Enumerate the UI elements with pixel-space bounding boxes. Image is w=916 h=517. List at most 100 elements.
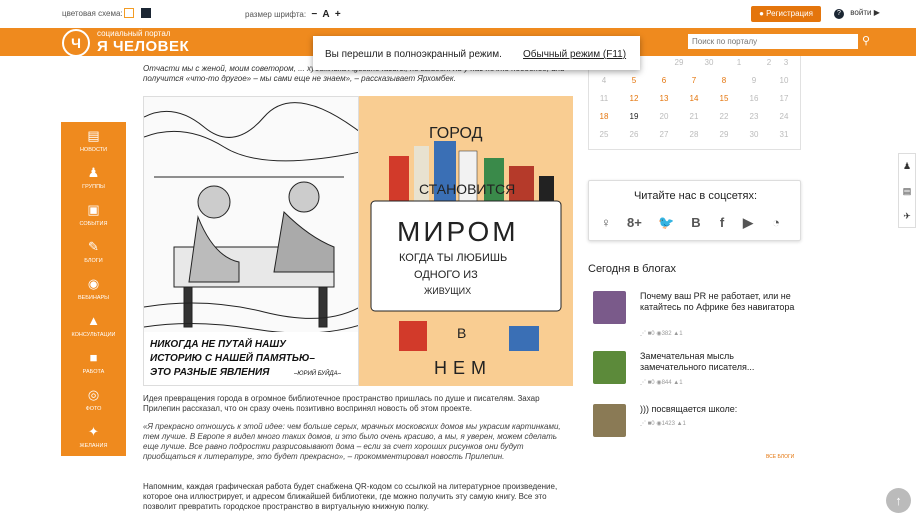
calendar-day[interactable]: 28 — [679, 130, 709, 139]
calendar-day[interactable]: 11 — [589, 94, 619, 103]
article-quote: «Я прекрасно отношусь к этой идее: чем б… — [143, 422, 561, 461]
calendar-day[interactable]: 21 — [679, 112, 709, 121]
logo-subtitle: социальный портал — [97, 29, 171, 38]
illus-word-8: НЕМ — [434, 358, 492, 378]
question-icon[interactable]: ? — [834, 9, 844, 19]
calendar-day[interactable]: 20 — [649, 112, 679, 121]
article-paragraph: Идея превращения города в огромное библи… — [143, 394, 540, 413]
font-decrease-button[interactable]: − — [311, 9, 317, 20]
calendar-day[interactable]: 5 — [619, 76, 649, 85]
calendar-day[interactable]: 30 — [694, 58, 724, 67]
share-icon[interactable]: ⋰ — [640, 380, 646, 386]
calendar-day[interactable]: 30 — [739, 130, 769, 139]
calendar-day[interactable]: 4 — [589, 76, 619, 85]
top-bar: цветовая схема: размер шрифта: − A + ● Р… — [0, 0, 916, 28]
illus-caption-2: ИСТОРИЮ С НАШЕЙ ПАМЯТЬЮ– — [150, 351, 315, 364]
user-plus-icon[interactable]: ♟ — [899, 154, 915, 179]
comment-count: 0 — [651, 331, 655, 337]
color-scheme-label: цветовая схема: — [62, 9, 123, 18]
nav-item-blogs[interactable]: ✎ блоги — [61, 235, 126, 272]
search-icon[interactable]: ⚲ — [862, 34, 870, 47]
font-reset-button[interactable]: A — [322, 9, 329, 20]
calendar-day[interactable]: 26 — [619, 130, 649, 139]
blog-title[interactable]: Замечательная мысль замечательного писат… — [640, 351, 800, 373]
nav-item-events[interactable]: ▣ события — [61, 198, 126, 235]
all-blogs-link[interactable]: все блоги — [766, 454, 794, 460]
social-widget: Читайте нас в соцсетях: ♀ 8+ 🐦 B f ▶ ◔ — [588, 180, 801, 241]
nav-item-groups[interactable]: ♟ группы — [61, 161, 126, 198]
calendar-day[interactable]: 12 — [619, 94, 649, 103]
calendar-day[interactable]: 29 — [709, 130, 739, 139]
view-count: 382 — [661, 331, 672, 337]
exit-fullscreen-link[interactable]: Обычный режим (F11) — [523, 49, 626, 60]
calendar-day[interactable]: 22 — [709, 112, 739, 121]
calendar-day-today[interactable]: 19 — [619, 112, 649, 121]
illus-word-2: СТАНОВИТСЯ — [419, 181, 515, 197]
nav-item-consultations[interactable]: ▲ консультации — [61, 309, 126, 346]
odnoklassniki-icon[interactable]: ♀ — [599, 215, 613, 230]
register-label: Регистрация — [766, 9, 813, 18]
nav-item-photo[interactable]: ◎ фото — [61, 383, 126, 420]
color-scheme-dark-swatch[interactable] — [141, 8, 151, 18]
blog-title[interactable]: Почему ваш PR не работает, или не катайт… — [640, 291, 800, 313]
avatar[interactable] — [593, 351, 626, 384]
logo-title[interactable]: Я ЧЕЛОВЕК — [97, 38, 189, 55]
calendar-day[interactable]: 6 — [649, 76, 679, 85]
twitter-icon[interactable]: 🐦 — [658, 215, 674, 231]
calendar-day[interactable]: 9 — [739, 76, 769, 85]
search-input[interactable] — [688, 34, 858, 49]
vk-icon[interactable]: B — [689, 215, 703, 230]
rss-icon[interactable]: ◔ — [769, 215, 783, 230]
youtube-icon[interactable]: ▶ — [741, 215, 755, 231]
login-link[interactable]: ? войти ▶ — [834, 8, 880, 19]
font-increase-button[interactable]: + — [335, 9, 341, 20]
blog-meta: ⋰ ■0 ◉382 ▲1 — [640, 330, 683, 337]
blog-meta: ⋰ ■0 ◉844 ▲1 — [640, 379, 683, 386]
share-icon[interactable]: ⋰ — [640, 421, 646, 427]
calendar-day[interactable]: 23 — [739, 112, 769, 121]
avatar[interactable] — [593, 404, 626, 437]
calendar-day[interactable]: 10 — [769, 76, 799, 85]
register-button[interactable]: ● Регистрация — [751, 6, 821, 22]
plane-icon[interactable]: ✈ — [899, 204, 915, 229]
social-title: Читайте нас в соцсетях: — [633, 190, 758, 202]
calendar-day[interactable]: 3 — [771, 58, 801, 67]
font-size-control: размер шрифта: − A + — [245, 9, 341, 20]
nav-item-webinars[interactable]: ◉ вебинары — [61, 272, 126, 309]
calendar-day[interactable]: 25 — [589, 130, 619, 139]
logo-icon[interactable]: Ч — [62, 29, 90, 57]
calendar-day[interactable]: 1 — [724, 58, 754, 67]
calendar-day[interactable]: 14 — [679, 94, 709, 103]
nav-item-news[interactable]: ▤ новости — [61, 124, 126, 161]
calendar-day[interactable]: 17 — [769, 94, 799, 103]
calendar-day[interactable]: 13 — [649, 94, 679, 103]
color-scheme-light-swatch[interactable] — [124, 8, 134, 18]
book-icon[interactable]: ▤ — [899, 179, 915, 204]
nav-item-wishes[interactable]: ✦ желания — [61, 420, 126, 457]
illus-word-4: КОГДА ТЫ ЛЮБИШЬ — [399, 252, 507, 264]
calendar-day[interactable]: 24 — [769, 112, 799, 121]
scroll-top-button[interactable]: ↑ — [886, 488, 911, 513]
login-label: войти — [850, 8, 872, 17]
calendar-day[interactable]: 27 — [649, 130, 679, 139]
blog-title[interactable]: ))) посвящается школе: — [640, 404, 800, 415]
calendar-day[interactable]: 8 — [709, 76, 739, 85]
illus-word-3: МИРОМ — [397, 216, 519, 247]
share-icon[interactable]: ⋰ — [640, 331, 646, 337]
calendar-day[interactable]: 16 — [739, 94, 769, 103]
calendar-day[interactable]: 15 — [709, 94, 739, 103]
like-count: 1 — [679, 380, 683, 386]
illus-caption-1: НИКОГДА НЕ ПУТАЙ НАШУ — [150, 337, 287, 350]
google-plus-icon[interactable]: 8+ — [627, 215, 642, 230]
calendar-row: 4 5 6 7 8 9 10 — [589, 76, 802, 92]
calendar-day[interactable]: 18 — [589, 112, 619, 121]
calendar-day[interactable]: 31 — [769, 130, 799, 139]
nav-item-work[interactable]: ■ работа — [61, 346, 126, 383]
calendar-day[interactable]: 29 — [664, 58, 694, 67]
illus-author: –ЮРИЙ БУЙДА– — [293, 369, 342, 377]
font-size-label: размер шрифта: — [245, 10, 307, 19]
avatar[interactable] — [593, 291, 626, 324]
facebook-icon[interactable]: f — [715, 215, 729, 230]
comment-count: 0 — [651, 380, 655, 386]
calendar-day[interactable]: 7 — [679, 76, 709, 85]
